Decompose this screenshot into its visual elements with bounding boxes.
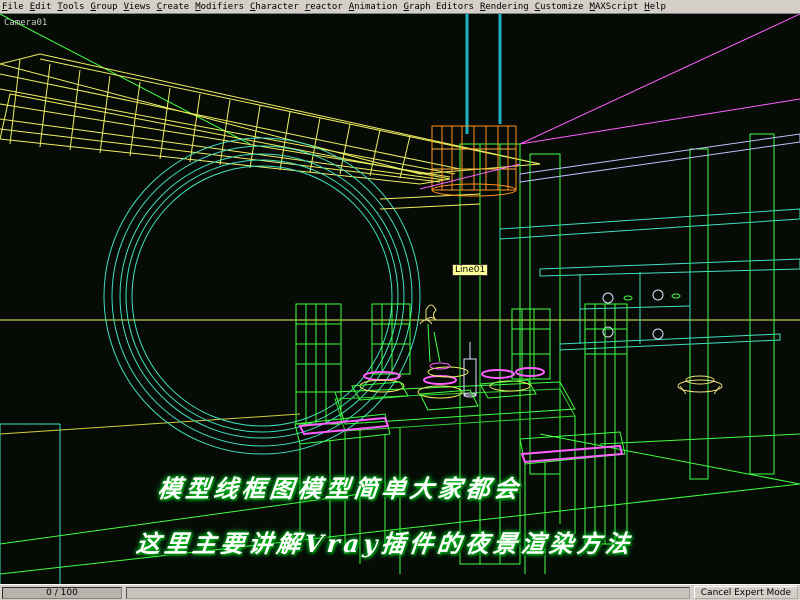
status-bar: 0 / 100 Cancel Expert Mode — [0, 584, 800, 600]
menu-create[interactable]: Create — [157, 2, 190, 12]
magenta-trims — [298, 163, 624, 464]
shelf-bowl — [677, 375, 723, 395]
moon-gate — [103, 137, 421, 455]
cancel-expert-mode-button[interactable]: Cancel Expert Mode — [693, 586, 798, 599]
menu-animation[interactable]: Animation — [349, 2, 398, 12]
menu-tools[interactable]: Tools — [57, 2, 84, 12]
chandelier — [431, 14, 517, 197]
menu-graph-editors[interactable]: Graph Editors — [404, 2, 474, 12]
menu-bar: File Edit Tools Group Views Create Modif… — [0, 0, 800, 14]
menu-reactor[interactable]: reactor — [305, 2, 343, 12]
table-settings — [359, 362, 531, 399]
menu-edit[interactable]: Edit — [30, 2, 52, 12]
viewport-label[interactable]: Camera01 — [4, 18, 47, 28]
track-bar[interactable] — [126, 586, 690, 599]
menu-group[interactable]: Group — [90, 2, 117, 12]
menu-help[interactable]: Help — [644, 2, 666, 12]
time-slider[interactable]: 0 / 100 — [2, 586, 122, 599]
menu-file[interactable]: File — [2, 2, 24, 12]
camera-viewport[interactable]: Camera01 Line01 模型线框图模型简单大家都会 这里主要讲解Vray… — [0, 14, 800, 584]
menu-character[interactable]: Character — [250, 2, 299, 12]
menu-customize[interactable]: Customize — [535, 2, 584, 12]
menu-views[interactable]: Views — [124, 2, 151, 12]
object-tooltip: Line01 — [452, 264, 489, 276]
menu-rendering[interactable]: Rendering — [480, 2, 529, 12]
caption-line-1: 模型线框图模型简单大家都会 — [156, 474, 524, 503]
caption-line-2: 这里主要讲解Vray插件的夜景渲染方法 — [134, 529, 635, 558]
menu-modifiers[interactable]: Modifiers — [195, 2, 244, 12]
ceiling-trellis — [0, 53, 541, 185]
menu-maxscript[interactable]: MAXScript — [590, 2, 639, 12]
